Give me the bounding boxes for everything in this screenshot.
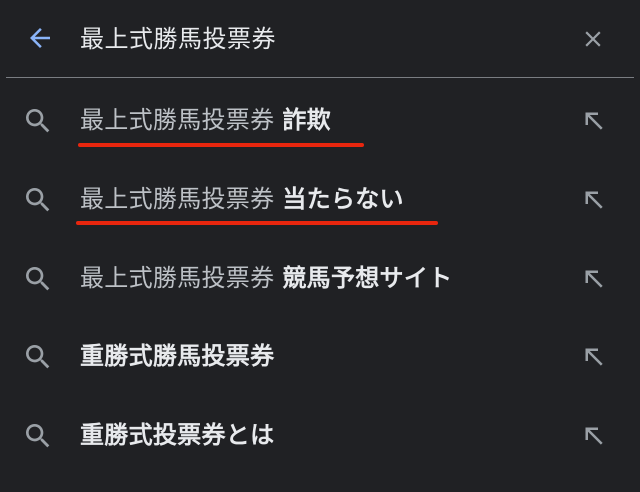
search-icon: [26, 187, 50, 212]
suggestion-query-part: 最上式勝馬投票券: [80, 106, 283, 134]
search-icon: [26, 266, 50, 290]
suggestion-query-part: 最上式勝馬投票券: [80, 263, 283, 292]
suggestion-label: 最上式勝馬投票券 詐欺: [80, 103, 331, 137]
red-underline-annotation: [76, 220, 438, 225]
red-underline-annotation: [78, 143, 364, 147]
back-arrow-icon: [30, 28, 50, 48]
suggestion-item[interactable]: 最上式勝馬投票券 当たらない: [0, 157, 640, 236]
back-button[interactable]: [22, 20, 58, 56]
suggestion-item[interactable]: 重勝式勝馬投票券: [0, 314, 640, 393]
arrow-up-left-icon[interactable]: [578, 184, 608, 214]
close-icon: [585, 31, 601, 47]
search-icon: [26, 109, 50, 133]
arrow-up-left-icon[interactable]: [578, 263, 608, 293]
suggestion-item[interactable]: 最上式勝馬投票券 詐欺: [0, 78, 640, 157]
search-icon: [26, 345, 50, 369]
suggestion-label: 最上式勝馬投票券 当たらない: [80, 182, 404, 216]
suggestion-completion: 当たらない: [282, 184, 404, 213]
suggestion-completion: 重勝式投票券とは: [80, 421, 275, 450]
suggestion-label: 重勝式投票券とは: [80, 418, 274, 452]
search-icon: [26, 424, 50, 448]
suggestion-item[interactable]: 最上式勝馬投票券 競馬予想サイト: [0, 236, 640, 315]
clear-button[interactable]: [575, 21, 611, 57]
suggestion-item[interactable]: 重勝式投票券とは: [0, 393, 640, 472]
arrow-up-left-icon[interactable]: [578, 105, 608, 135]
suggestion-list: 最上式勝馬投票券 詐欺 最上式勝馬投票券 当たらない 最上式勝馬投票券 競馬予想…: [0, 78, 640, 472]
search-input[interactable]: 最上式勝馬投票券: [80, 22, 276, 56]
arrow-up-left-icon[interactable]: [578, 341, 608, 371]
suggestion-completion: 重勝式勝馬投票券: [80, 342, 275, 371]
arrow-up-left-icon[interactable]: [578, 420, 608, 450]
search-bar: 最上式勝馬投票券: [0, 0, 640, 78]
search-screen: 最上式勝馬投票券 最上式勝馬投票券 詐欺 最上式勝馬投票券 当たらない 最上式勝…: [0, 0, 640, 492]
suggestion-label: 最上式勝馬投票券 競馬予想サイト: [80, 261, 452, 295]
suggestion-label: 重勝式勝馬投票券: [80, 339, 274, 373]
suggestion-query-part: 最上式勝馬投票券: [80, 184, 283, 213]
suggestion-completion: 詐欺: [282, 106, 331, 134]
suggestion-completion: 競馬予想サイト: [282, 263, 453, 292]
